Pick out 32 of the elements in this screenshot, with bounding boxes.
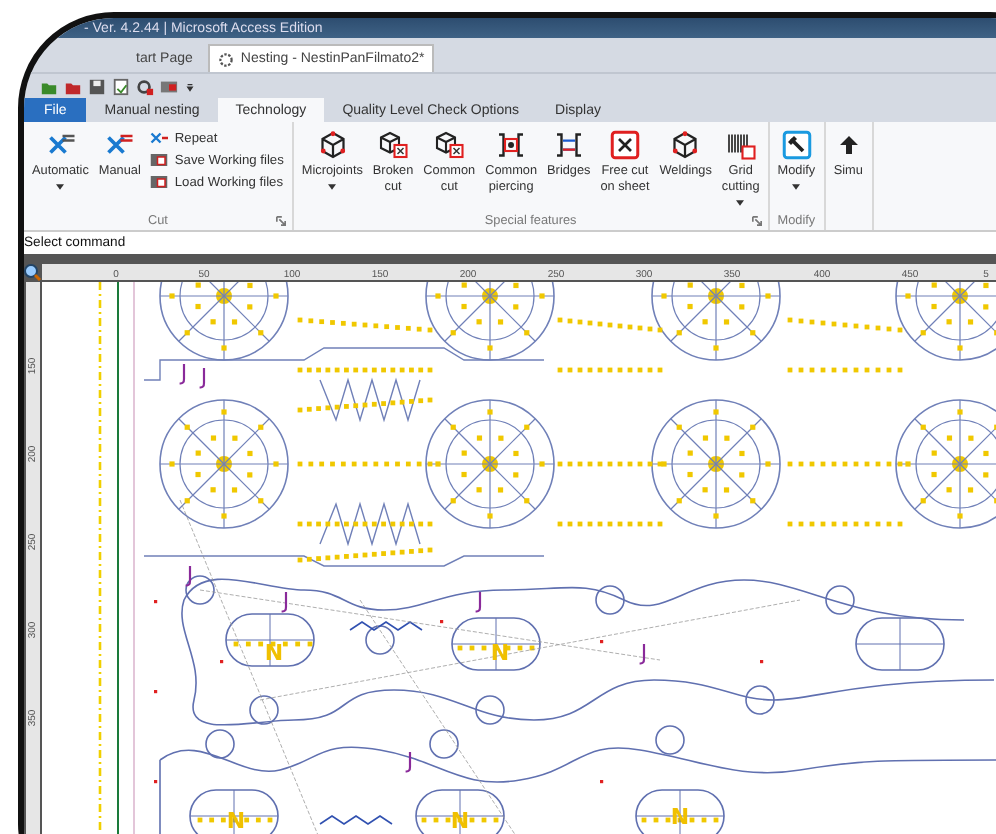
- part-label: J: [200, 364, 208, 390]
- caret-icon: [56, 184, 65, 190]
- part-label: N: [226, 808, 246, 834]
- window-icon[interactable]: [160, 77, 178, 95]
- part-label: N: [450, 808, 470, 834]
- part-label: J: [180, 360, 188, 386]
- folder-icon: [150, 174, 169, 190]
- part-label: J: [282, 588, 290, 614]
- cube-icon: [434, 130, 465, 160]
- part-label: J: [186, 562, 194, 588]
- caret-icon: [736, 200, 745, 206]
- grid-icon: [725, 130, 756, 160]
- folder-icon: [150, 152, 169, 168]
- part-label: N: [490, 640, 510, 666]
- cube-icon: [317, 130, 348, 160]
- part-label: N: [670, 804, 690, 830]
- magnifier-icon[interactable]: [24, 264, 42, 282]
- part-label: N: [264, 640, 284, 666]
- hammer-icon: [781, 130, 812, 160]
- dialog-launcher-icon[interactable]: [275, 216, 286, 226]
- cube-icon: [378, 130, 409, 160]
- save-icon[interactable]: [88, 77, 106, 95]
- caret-icon: [328, 184, 337, 190]
- part-label: J: [406, 748, 414, 774]
- part-label: J: [476, 588, 484, 614]
- document-icon[interactable]: [112, 77, 130, 95]
- crosshair-icon: [496, 130, 527, 160]
- dialog-launcher-icon[interactable]: [751, 216, 762, 226]
- bridge-icon: [553, 130, 584, 160]
- caret-icon: [792, 184, 801, 190]
- part-label: J: [640, 640, 648, 666]
- cube-icon: [670, 130, 701, 160]
